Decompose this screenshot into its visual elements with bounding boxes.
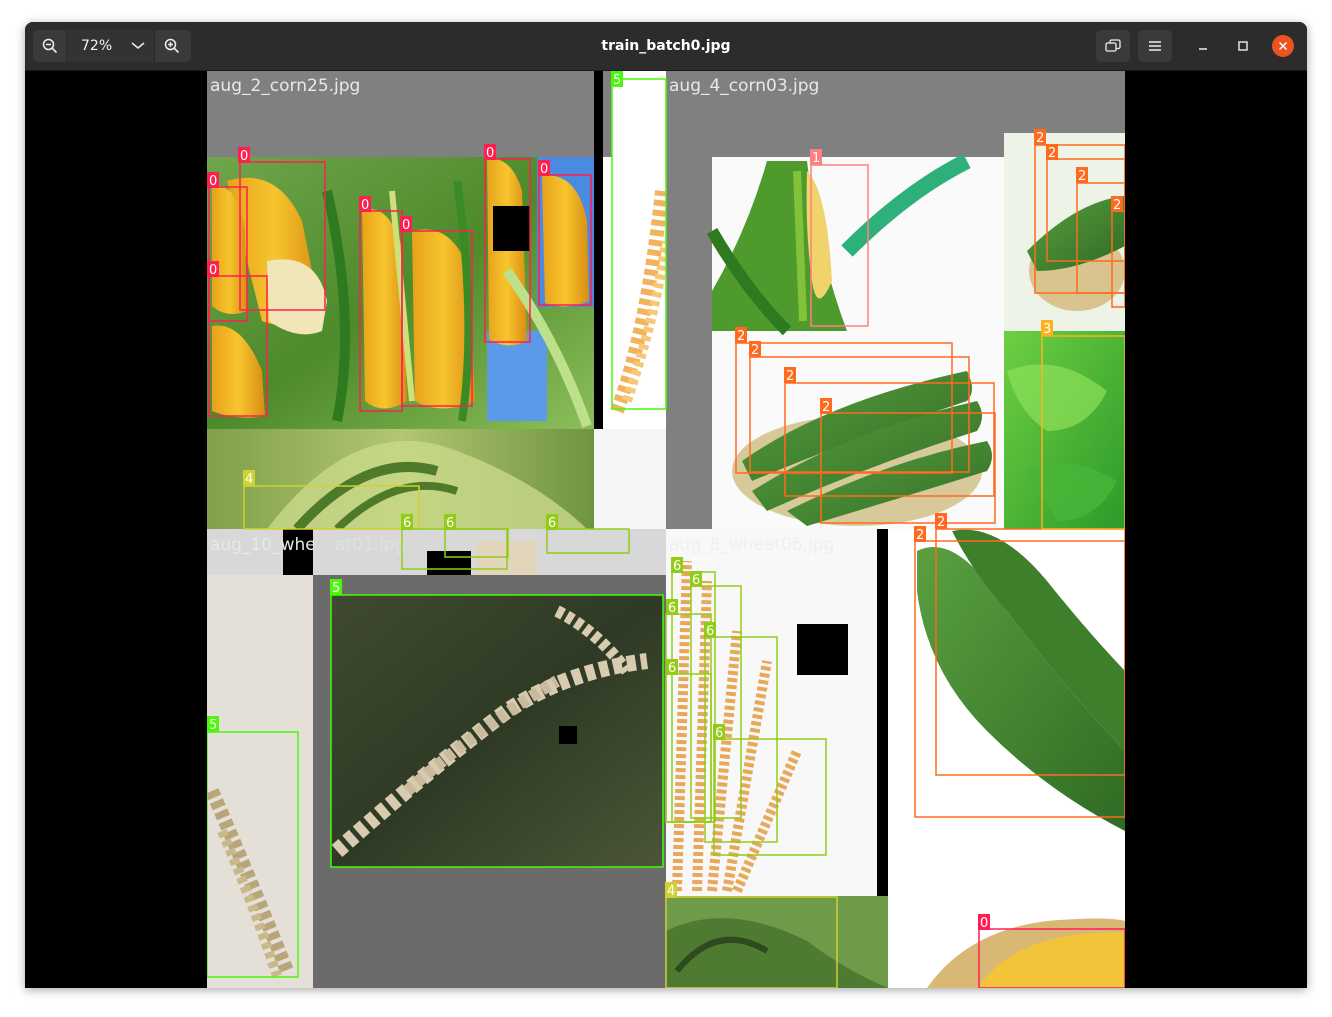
svg-text:2: 2 [751,343,759,358]
minimize-button[interactable] [1192,35,1214,57]
gallery-button[interactable] [1096,30,1130,62]
close-button[interactable] [1272,35,1294,57]
svg-text:6: 6 [715,726,723,741]
image-canvas[interactable]: aug_2_corn25.jpg aug_4_corn03.jpg aug_10… [25,71,1307,988]
close-icon [1278,41,1288,51]
svg-text:2: 2 [786,369,794,384]
svg-text:0: 0 [540,162,548,177]
image-viewer-window: 72% train_batch0.jpg aug_2_corn25.jpg au… [25,22,1307,988]
svg-text:1: 1 [812,151,820,166]
maximize-icon [1238,41,1248,51]
minimize-icon [1199,48,1207,50]
svg-text:4: 4 [667,884,675,899]
svg-text:6: 6 [548,516,556,531]
svg-text:5: 5 [332,581,340,596]
svg-text:2: 2 [1036,131,1044,146]
svg-text:3: 3 [1043,322,1051,337]
svg-text:6: 6 [673,559,681,574]
zoom-level-dropdown[interactable]: 72% [67,30,155,62]
tile-filename-rest: at01.jpg [335,535,405,555]
hamburger-menu-icon [1149,41,1161,51]
chevron-down-icon [131,42,145,49]
svg-text:2: 2 [822,400,830,415]
svg-text:0: 0 [486,146,494,161]
title-bar: 72% train_batch0.jpg [25,22,1307,71]
svg-text:0: 0 [209,263,217,278]
training-batch-image: aug_2_corn25.jpg aug_4_corn03.jpg aug_10… [207,71,1125,988]
svg-text:2: 2 [737,329,745,344]
svg-text:6: 6 [692,573,700,588]
svg-text:2: 2 [916,528,924,543]
svg-text:2: 2 [937,515,945,530]
tile-filename: aug_10_whe [210,535,316,555]
svg-text:2: 2 [1048,146,1056,161]
maximize-button[interactable] [1232,35,1254,57]
mosaic-graphic: aug_2_corn25.jpg aug_4_corn03.jpg aug_10… [207,71,1125,988]
svg-text:2: 2 [1078,169,1086,184]
zoom-out-button[interactable] [33,30,67,62]
svg-text:6: 6 [446,516,454,531]
svg-text:6: 6 [706,624,714,639]
svg-text:0: 0 [361,198,369,213]
tile-filename: aug_8_wheat06.jpg [669,535,834,555]
zoom-in-icon [164,38,180,54]
svg-text:4: 4 [245,472,253,487]
svg-text:6: 6 [668,601,676,616]
svg-text:0: 0 [980,916,988,931]
main-menu-button[interactable] [1138,30,1172,62]
svg-text:0: 0 [240,149,248,164]
tile-filename: aug_2_corn25.jpg [210,76,360,96]
zoom-level-value: 72% [81,38,113,54]
svg-text:2: 2 [1113,198,1121,213]
svg-text:6: 6 [668,661,676,676]
svg-text:5: 5 [613,73,621,88]
svg-text:0: 0 [209,174,217,189]
svg-text:6: 6 [403,516,411,531]
svg-text:5: 5 [209,718,217,733]
zoom-out-icon [42,38,57,54]
zoom-in-button[interactable] [155,30,189,62]
svg-text:0: 0 [402,218,410,233]
zoom-controls: 72% [33,30,191,62]
tile-filename: aug_4_corn03.jpg [669,76,819,96]
gallery-icon [1105,39,1121,52]
